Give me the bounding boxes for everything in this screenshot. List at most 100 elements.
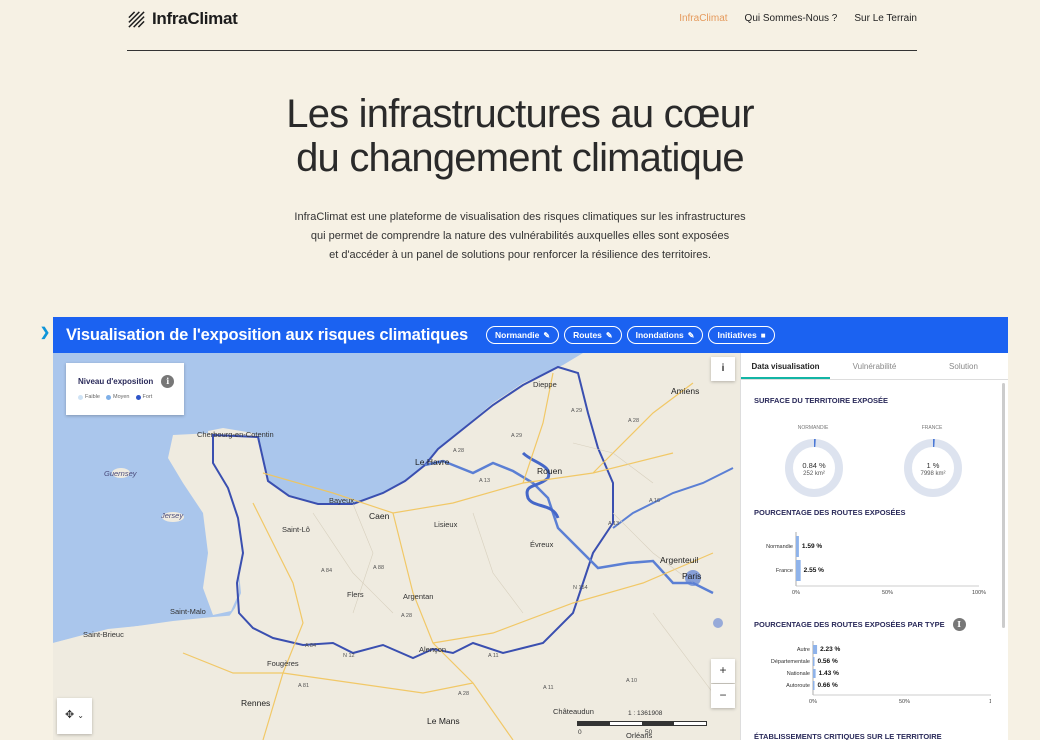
map-label-guernsey: Guernsey	[104, 469, 137, 478]
road-label: A 11	[488, 653, 499, 659]
logo-icon	[128, 10, 145, 28]
river-oise	[612, 467, 734, 529]
nav-link-about[interactable]: Qui Sommes-Nous ?	[745, 13, 838, 24]
nav-link-infraclimat[interactable]: InfraClimat	[679, 13, 727, 24]
data-panel: Data visualisation Vulnérabilité Solutio…	[740, 353, 1008, 740]
scale-bar	[577, 721, 707, 726]
river-seine	[424, 459, 714, 595]
hero-title-line-1: Les infrastructures au cœur	[286, 92, 754, 136]
filter-chip-risk[interactable]: Inondations ✎	[626, 326, 704, 344]
legend-label-high: Fort	[142, 394, 153, 400]
move-icon: ✥	[65, 709, 75, 721]
bar	[796, 560, 801, 581]
panel-scrollbar[interactable]	[1002, 383, 1005, 628]
bar-category-label: Normandie	[766, 544, 793, 550]
zoom-in-button[interactable]: +	[711, 659, 735, 683]
hero-desc-line-2: qui permet de comprendre la nature des v…	[310, 230, 730, 242]
bar-category-label: Autoroute	[786, 683, 810, 689]
x-tick-label: 100%	[972, 590, 986, 596]
hero-title: Les infrastructures au cœur du changemen…	[0, 92, 1040, 180]
exposure-app: Visualisation de l'exposition aux risque…	[53, 317, 1008, 740]
tab-vulnerabilite[interactable]: Vulnérabilité	[830, 353, 919, 379]
map-label-saint-malo: Saint-Malo	[170, 607, 206, 616]
bar-value-label: 1.59 %	[802, 543, 822, 550]
road-label: A 10	[626, 678, 638, 684]
bar-value-label: 2.55 %	[804, 567, 824, 574]
donut-area-normandie: 252 km²	[803, 471, 825, 477]
filter-chip-initiatives[interactable]: Initiatives ■	[708, 326, 775, 344]
map-label-amiens: Amiens	[671, 386, 700, 396]
info-icon[interactable]: i	[952, 618, 966, 631]
scale-tick-0: 0	[578, 729, 582, 736]
map-label-le-havre: Le Havre	[415, 457, 450, 467]
bar	[813, 681, 815, 690]
legend-title-text: Niveau d'exposition	[78, 377, 154, 386]
bar	[813, 645, 818, 654]
donut-label-france: FRANCE	[921, 425, 943, 431]
tab-data-visualisation[interactable]: Data visualisation	[741, 353, 830, 379]
donut-pct-france: 1 %	[926, 461, 940, 470]
legend-swatch-medium	[105, 394, 111, 400]
tab-solution[interactable]: Solution	[919, 353, 1008, 379]
legend-label-low: Faible	[85, 394, 100, 400]
road-label: A 29	[571, 408, 583, 414]
map-label-rouen: Rouen	[537, 466, 563, 476]
map-label-lisieux: Lisieux	[434, 520, 458, 529]
scale-ratio: 1 : 1361908	[628, 710, 663, 717]
section-title-surface: Surface du territoire exposée	[754, 396, 889, 405]
x-tick-label: 0%	[792, 590, 800, 596]
bar-category-label: France	[776, 568, 793, 574]
app-toolbar: Visualisation de l'exposition aux risque…	[53, 317, 1008, 353]
map-label-caen: Caen	[369, 511, 390, 521]
zoom-out-button[interactable]: −	[711, 684, 735, 708]
logo-text: InfraClimat	[152, 9, 238, 28]
map-label-rennes: Rennes	[241, 698, 271, 708]
pencil-icon: ✎	[687, 330, 695, 340]
exposure-legend: Niveau d'exposition i Faible Moyen Fort	[66, 363, 184, 415]
road-label: A 88	[373, 565, 385, 571]
filter-chip-region[interactable]: Normandie ✎	[485, 326, 560, 344]
hero-desc-line-3: et d'accéder à un panel de solutions pou…	[329, 249, 711, 261]
main-nav: InfraClimat Qui Sommes-Nous ? Sur Le Ter…	[679, 13, 917, 24]
scale-tick-50: 50	[645, 729, 653, 736]
map-label-bayeux: Bayeux	[329, 496, 355, 505]
road-label: A 84	[305, 643, 317, 649]
map-view[interactable]: Cherbourg-en-Cotentin Guernsey Jersey Ba…	[53, 353, 740, 740]
hero-desc-line-1: InfraClimat est une plateforme de visual…	[294, 211, 746, 223]
map-label-dieppe: Dieppe	[533, 380, 557, 389]
map-info-button[interactable]: i	[711, 357, 735, 381]
bar	[813, 657, 815, 666]
map-label-argenteuil: Argenteuil	[660, 555, 699, 565]
bar-value-label: 0.56 %	[818, 658, 838, 665]
chevron-down-icon: ⌄	[77, 711, 84, 720]
map-label-le-mans: Le Mans	[427, 716, 460, 726]
donut-label-normandie: NORMANDIE	[797, 425, 829, 431]
expand-arrow-icon[interactable]: ❯	[40, 325, 50, 339]
road-label: A 13	[479, 478, 491, 484]
pan-control[interactable]: ✥ ⌄	[57, 698, 92, 734]
bar-value-label: 1.43 %	[819, 670, 839, 677]
bar-category-label: Nationale	[787, 671, 810, 677]
bar	[796, 536, 799, 557]
logo[interactable]: InfraClimat	[127, 9, 238, 29]
hero-description: InfraClimat est une plateforme de visual…	[0, 208, 1040, 265]
filter-chip-infrastructure[interactable]: Routes ✎	[564, 326, 622, 344]
bar-value-label: 2.23 %	[820, 646, 840, 653]
map-label-flers: Flers	[347, 590, 364, 599]
map-label-fougeres: Fougères	[267, 659, 299, 668]
legend-swatch-high	[135, 394, 141, 400]
map-label-chateaudun: Châteaudun	[553, 707, 594, 716]
nav-link-field[interactable]: Sur Le Terrain	[854, 13, 917, 24]
app-title: Visualisation de l'exposition aux risque…	[66, 325, 468, 344]
section-title-routes-type-text: Pourcentage des routes exposées par type	[754, 620, 945, 629]
bar-chart-routes: Normandie 1.59 % France 2.55 % 0% 50% 100%	[766, 532, 986, 596]
road-label: A 16	[649, 498, 661, 504]
bar	[813, 669, 816, 678]
road-label: A 11	[543, 685, 554, 691]
info-icon[interactable]: i	[161, 375, 175, 388]
x-tick-label: 0%	[809, 699, 817, 705]
map-label-saint-brieuc: Saint-Brieuc	[83, 630, 124, 639]
section-title-etablissements: Établissements critiques sur le territoi…	[754, 732, 942, 740]
map-label-saint-lo: Saint-Lô	[282, 525, 310, 534]
legend-swatch-low	[78, 394, 83, 400]
